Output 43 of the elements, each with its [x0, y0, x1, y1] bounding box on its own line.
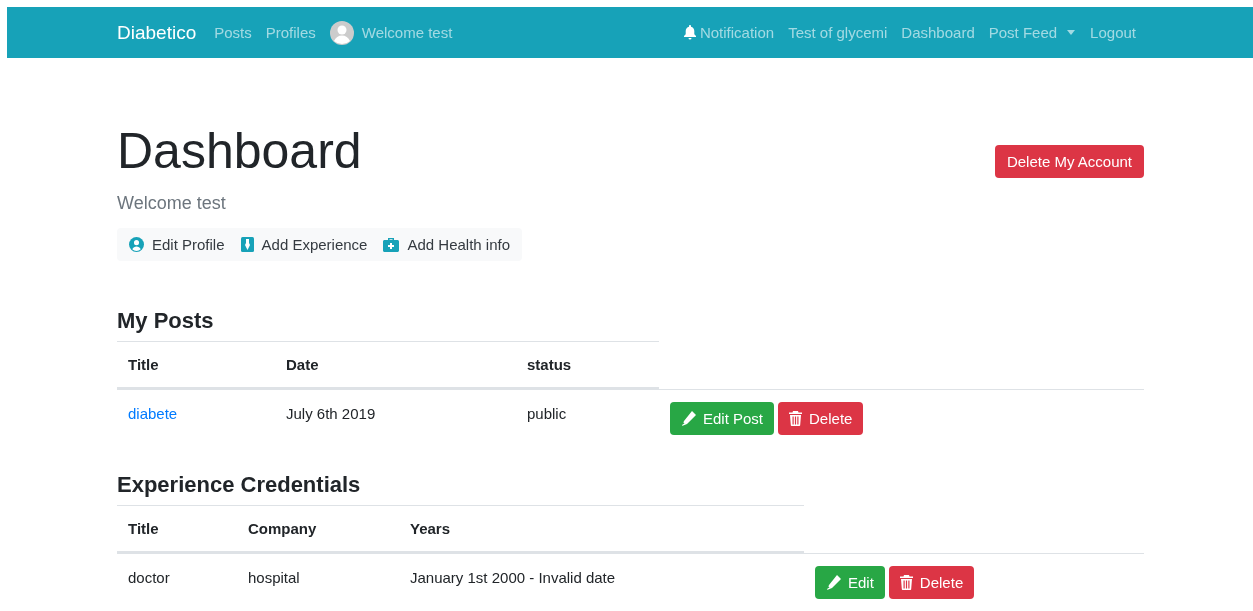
- post-link[interactable]: diabete: [117, 390, 275, 447]
- user-circle-icon: [129, 237, 144, 252]
- bell-icon: [682, 25, 697, 40]
- column-header: Title: [117, 341, 275, 389]
- avatar-icon: [329, 20, 354, 45]
- caret-icon: [1066, 29, 1077, 36]
- page-title: Dashboard: [117, 123, 362, 179]
- action-link[interactable]: Add Experience: [232, 228, 376, 261]
- edit-button[interactable]: Edit Post: [670, 402, 775, 435]
- nav-link[interactable]: Notification: [682, 24, 775, 41]
- column-header: Date: [275, 341, 516, 389]
- delete-button[interactable]: Delete: [778, 402, 864, 435]
- pencil-icon: [681, 411, 696, 426]
- nav-link[interactable]: Test of glycemi: [788, 24, 888, 41]
- column-header: Title: [117, 505, 237, 553]
- medical-kit-icon: [383, 237, 400, 252]
- column-header: Company: [237, 505, 399, 553]
- column-header: Years: [399, 505, 804, 553]
- nav-link[interactable]: Dashboard: [901, 24, 975, 41]
- nav-dropdown[interactable]: Post Feed: [988, 24, 1077, 41]
- brand-link[interactable]: Diabetico: [117, 21, 197, 44]
- nav-link[interactable]: Logout: [1090, 24, 1136, 41]
- nav-link[interactable]: Profiles: [265, 24, 316, 41]
- section-heading: Experience Credentials: [117, 471, 362, 499]
- column-header: status: [516, 341, 659, 389]
- action-link[interactable]: Add Health info: [375, 228, 519, 261]
- delete-button[interactable]: Delete: [888, 566, 975, 599]
- trash-icon: [789, 411, 803, 426]
- nav-link[interactable]: Posts: [214, 24, 252, 41]
- welcome-text: Welcome test: [117, 193, 226, 214]
- edit-button[interactable]: Edit: [815, 566, 885, 599]
- action-link[interactable]: Edit Profile: [121, 228, 233, 261]
- trash-icon: [899, 575, 913, 590]
- id-badge-icon: [240, 237, 254, 252]
- table-cell-text: July 6th 2019: [285, 404, 377, 424]
- section-heading: My Posts: [117, 307, 215, 335]
- table-cell-text: public: [526, 404, 568, 424]
- pencil-icon: [826, 575, 841, 590]
- nav-link[interactable]: Welcome test: [361, 24, 453, 41]
- delete-account-button[interactable]: Delete My Account: [994, 145, 1144, 178]
- table-cell-text: doctor: [127, 568, 171, 588]
- table-cell-text: January 1st 2000 - Invalid date: [409, 568, 617, 588]
- table-cell-text: hospital: [247, 568, 301, 588]
